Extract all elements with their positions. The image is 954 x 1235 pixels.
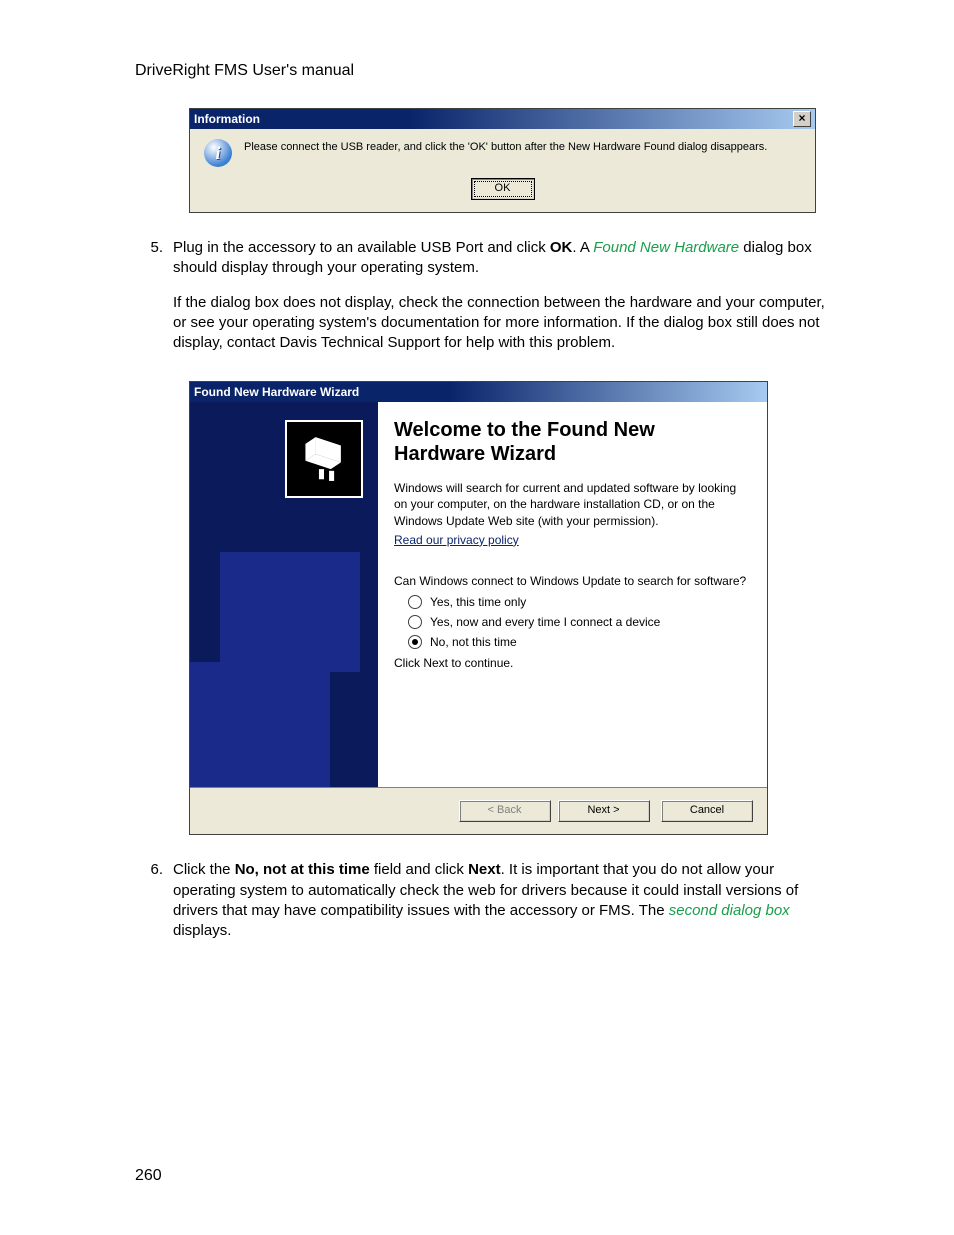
step-5: 5. Plug in the accessory to an available… <box>135 238 832 367</box>
information-title-text: Information <box>194 109 793 129</box>
bold-no-not-at-this-time: No, not at this time <box>235 861 370 878</box>
radio-icon <box>408 635 422 649</box>
hardware-icon <box>285 420 363 498</box>
wizard-question: Can Windows connect to Windows Update to… <box>394 573 751 589</box>
radio-label: Yes, now and every time I connect a devi… <box>430 615 660 629</box>
privacy-policy-link[interactable]: Read our privacy policy <box>394 533 519 547</box>
text: Click the <box>173 861 235 878</box>
text: field and click <box>370 861 468 878</box>
step-5-paragraph-2: If the dialog box does not display, chec… <box>173 293 832 354</box>
wizard-titlebar[interactable]: Found New Hardware Wizard <box>190 382 767 402</box>
ok-button[interactable]: OK <box>471 178 535 200</box>
green-found-new-hardware: Found New Hardware <box>593 239 739 256</box>
bold-next: Next <box>468 861 501 878</box>
step-6: 6. Click the No, not at this time field … <box>135 860 832 955</box>
wizard-content: Welcome to the Found New Hardware Wizard… <box>378 402 767 787</box>
information-dialog: Information × i Please connect the USB r… <box>189 108 816 213</box>
text: Plug in the accessory to an available US… <box>173 239 550 256</box>
bold-ok: OK <box>550 239 573 256</box>
found-new-hardware-wizard-dialog: Found New Hardware Wizard <box>189 381 768 835</box>
information-message: Please connect the USB reader, and click… <box>244 139 767 153</box>
radio-label: Yes, this time only <box>430 595 526 609</box>
wizard-footer: < Back Next > Cancel <box>190 787 767 834</box>
wizard-continue-hint: Click Next to continue. <box>394 655 751 671</box>
radio-no-not-this-time[interactable]: No, not this time <box>408 635 751 649</box>
green-second-dialog-box: second dialog box <box>669 902 790 919</box>
radio-label: No, not this time <box>430 635 517 649</box>
radio-icon <box>408 595 422 609</box>
wizard-body: Welcome to the Found New Hardware Wizard… <box>190 402 767 787</box>
wizard-sidebar-graphic <box>190 402 378 787</box>
document-page: DriveRight FMS User's manual Information… <box>0 0 954 1235</box>
cancel-button[interactable]: Cancel <box>661 800 753 822</box>
radio-yes-every-time[interactable]: Yes, now and every time I connect a devi… <box>408 615 751 629</box>
info-icon: i <box>204 139 232 167</box>
information-button-row: OK <box>190 172 815 212</box>
wizard-heading: Welcome to the Found New Hardware Wizard <box>394 418 751 466</box>
information-body: i Please connect the USB reader, and cli… <box>190 129 815 172</box>
step-6-number: 6. <box>135 860 163 955</box>
step-6-text: Click the No, not at this time field and… <box>173 860 832 955</box>
next-button[interactable]: Next > <box>558 800 650 822</box>
text: . A <box>572 239 593 256</box>
page-number: 260 <box>135 1167 162 1185</box>
radio-yes-this-time[interactable]: Yes, this time only <box>408 595 751 609</box>
step-5-number: 5. <box>135 238 163 367</box>
wizard-intro: Windows will search for current and upda… <box>394 480 751 529</box>
radio-icon <box>408 615 422 629</box>
close-icon[interactable]: × <box>793 111 811 127</box>
text: displays. <box>173 922 231 939</box>
wizard-radio-group: Yes, this time only Yes, now and every t… <box>394 595 751 649</box>
doc-header: DriveRight FMS User's manual <box>135 62 832 80</box>
back-button: < Back <box>459 800 551 822</box>
step-5-text: Plug in the accessory to an available US… <box>173 238 832 367</box>
information-titlebar[interactable]: Information × <box>190 109 815 129</box>
